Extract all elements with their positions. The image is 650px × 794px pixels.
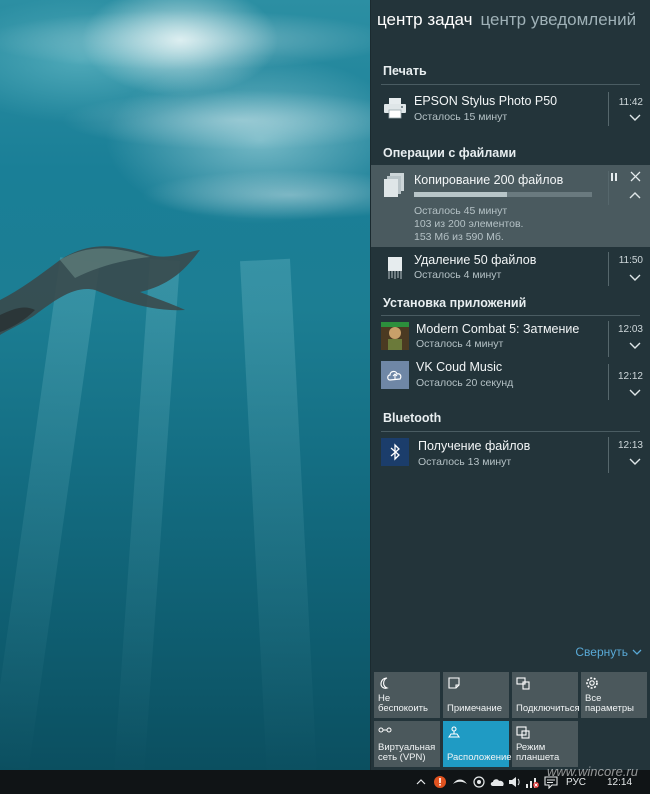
onedrive-icon[interactable] [490, 775, 506, 789]
quick-action-label: Примечание [447, 703, 502, 714]
quick-action-label: Подключиться [516, 703, 580, 714]
game-app-icon [381, 322, 409, 350]
vpn-icon [378, 727, 392, 733]
chevron-down-icon[interactable] [629, 272, 641, 284]
notification-title: VK Coud Music [416, 360, 503, 374]
app-tray-icon[interactable] [452, 775, 468, 789]
watermark: www.wincore.ru [546, 764, 638, 779]
notification-bluetooth-receive[interactable]: Получение файлов Осталось 13 минут 12:13 [371, 433, 650, 477]
copy-progress-bar [414, 192, 592, 197]
notification-separator [608, 252, 609, 286]
notification-delete-files[interactable]: Удаление 50 файлов Осталось 4 минут 11:5… [371, 248, 650, 292]
chevron-up-icon[interactable] [416, 775, 426, 789]
cloud-music-icon [381, 361, 409, 389]
notification-time: 12:03 [617, 324, 643, 335]
group-divider [381, 315, 640, 316]
pause-icon[interactable] [609, 172, 619, 182]
group-title-print: Печать [383, 64, 427, 78]
notification-detail-time-left: Осталось 45 минут [414, 205, 508, 217]
quick-action-vpn[interactable]: Виртуальная сеть (VPN) [374, 721, 440, 767]
group-title-file-operations: Операции с файлами [383, 146, 517, 160]
notification-time: 12:13 [617, 440, 643, 451]
chevron-down-icon[interactable] [629, 456, 641, 468]
notification-modern-combat[interactable]: Modern Combat 5: Затмение Осталось 4 мин… [371, 317, 650, 359]
quick-action-note[interactable]: Примечание [443, 672, 509, 718]
notification-time: 12:12 [617, 371, 643, 382]
quick-action-label: Режим планшета [516, 742, 560, 763]
notification-separator [608, 364, 609, 400]
notification-time: 11:42 [618, 97, 643, 108]
gear-icon [586, 677, 598, 689]
notification-title: Modern Combat 5: Затмение [416, 322, 580, 336]
sync-icon[interactable] [472, 775, 486, 789]
quick-action-quiet-hours[interactable]: Не беспокоить [374, 672, 440, 718]
notification-subtitle: Осталось 15 минут [414, 111, 508, 123]
tab-task-center[interactable]: центр задач [377, 10, 472, 30]
water-surface-glare [140, 170, 370, 220]
notification-title: EPSON Stylus Photo P50 [414, 94, 558, 108]
collapse-label: Свернуть [575, 645, 628, 659]
chevron-down-icon[interactable] [629, 112, 641, 124]
connect-icon [516, 677, 530, 690]
group-title-app-install: Установка приложений [383, 296, 527, 310]
action-center-tabs: центр задач центр уведомлений [371, 0, 650, 40]
notification-time: 11:50 [618, 255, 643, 266]
notification-detail-items: 103 из 200 элементов. [414, 218, 524, 230]
diver-fins-image [0, 246, 200, 335]
notification-title: Копирование 200 файлов [414, 173, 564, 187]
light-ray [240, 258, 318, 770]
notification-title: Получение файлов [418, 439, 531, 453]
notification-separator [608, 437, 609, 473]
delete-files-icon [381, 254, 409, 282]
water-surface-glare [60, 90, 370, 150]
notification-vk-music[interactable]: VK Coud Music Осталось 20 секунд 12:12 [371, 360, 650, 404]
quick-action-label: Виртуальная сеть (VPN) [378, 742, 436, 763]
location-icon [447, 726, 461, 738]
tablet-mode-icon [516, 726, 530, 739]
notification-separator [608, 92, 609, 126]
close-icon[interactable] [630, 171, 641, 182]
network-disconnected-icon[interactable] [525, 775, 539, 789]
notification-subtitle: Осталось 4 минут [414, 269, 502, 281]
quick-action-connect[interactable]: Подключиться [512, 672, 580, 718]
chevron-down-icon[interactable] [629, 340, 641, 352]
warning-icon[interactable] [433, 775, 447, 789]
group-divider [381, 431, 640, 432]
quick-action-all-settings[interactable]: Все параметры [581, 672, 647, 718]
group-divider [381, 84, 640, 85]
chevron-down-icon [632, 649, 642, 655]
quick-action-label: Все параметры [585, 693, 634, 714]
note-icon [448, 677, 460, 689]
collapse-link[interactable]: Свернуть [575, 645, 642, 659]
copy-progress-fill [414, 192, 507, 197]
notification-detail-size: 153 Мб из 590 Мб. [414, 231, 504, 243]
copy-files-icon [381, 171, 409, 199]
notification-subtitle: Осталось 13 минут [418, 456, 512, 468]
quick-action-label: Расположение [447, 752, 512, 763]
notification-title: Удаление 50 файлов [414, 253, 537, 267]
moon-icon [380, 677, 389, 689]
tab-notification-center[interactable]: центр уведомлений [480, 10, 636, 30]
quick-action-label: Не беспокоить [378, 693, 428, 714]
printer-icon [381, 94, 409, 122]
quick-action-tablet-mode[interactable]: Режим планшета [512, 721, 578, 767]
volume-icon[interactable] [508, 775, 522, 789]
action-center-panel: центр задач центр уведомлений Печать EPS… [370, 0, 650, 770]
chevron-up-icon[interactable] [629, 189, 641, 201]
water-surface-glare [0, 10, 370, 70]
notification-copy-files[interactable]: Копирование 200 файлов Осталось 45 минут… [371, 165, 650, 247]
notification-subtitle: Осталось 20 секунд [416, 377, 514, 389]
notification-subtitle: Осталось 4 минут [416, 338, 504, 350]
bluetooth-icon [381, 438, 409, 466]
chevron-down-icon[interactable] [629, 387, 641, 399]
notification-print-job[interactable]: EPSON Stylus Photo P50 Осталось 15 минут… [371, 86, 650, 132]
desktop-wallpaper [0, 0, 370, 770]
quick-action-location[interactable]: Расположение [443, 721, 512, 767]
notification-separator [608, 321, 609, 357]
group-title-bluetooth: Bluetooth [383, 411, 442, 425]
